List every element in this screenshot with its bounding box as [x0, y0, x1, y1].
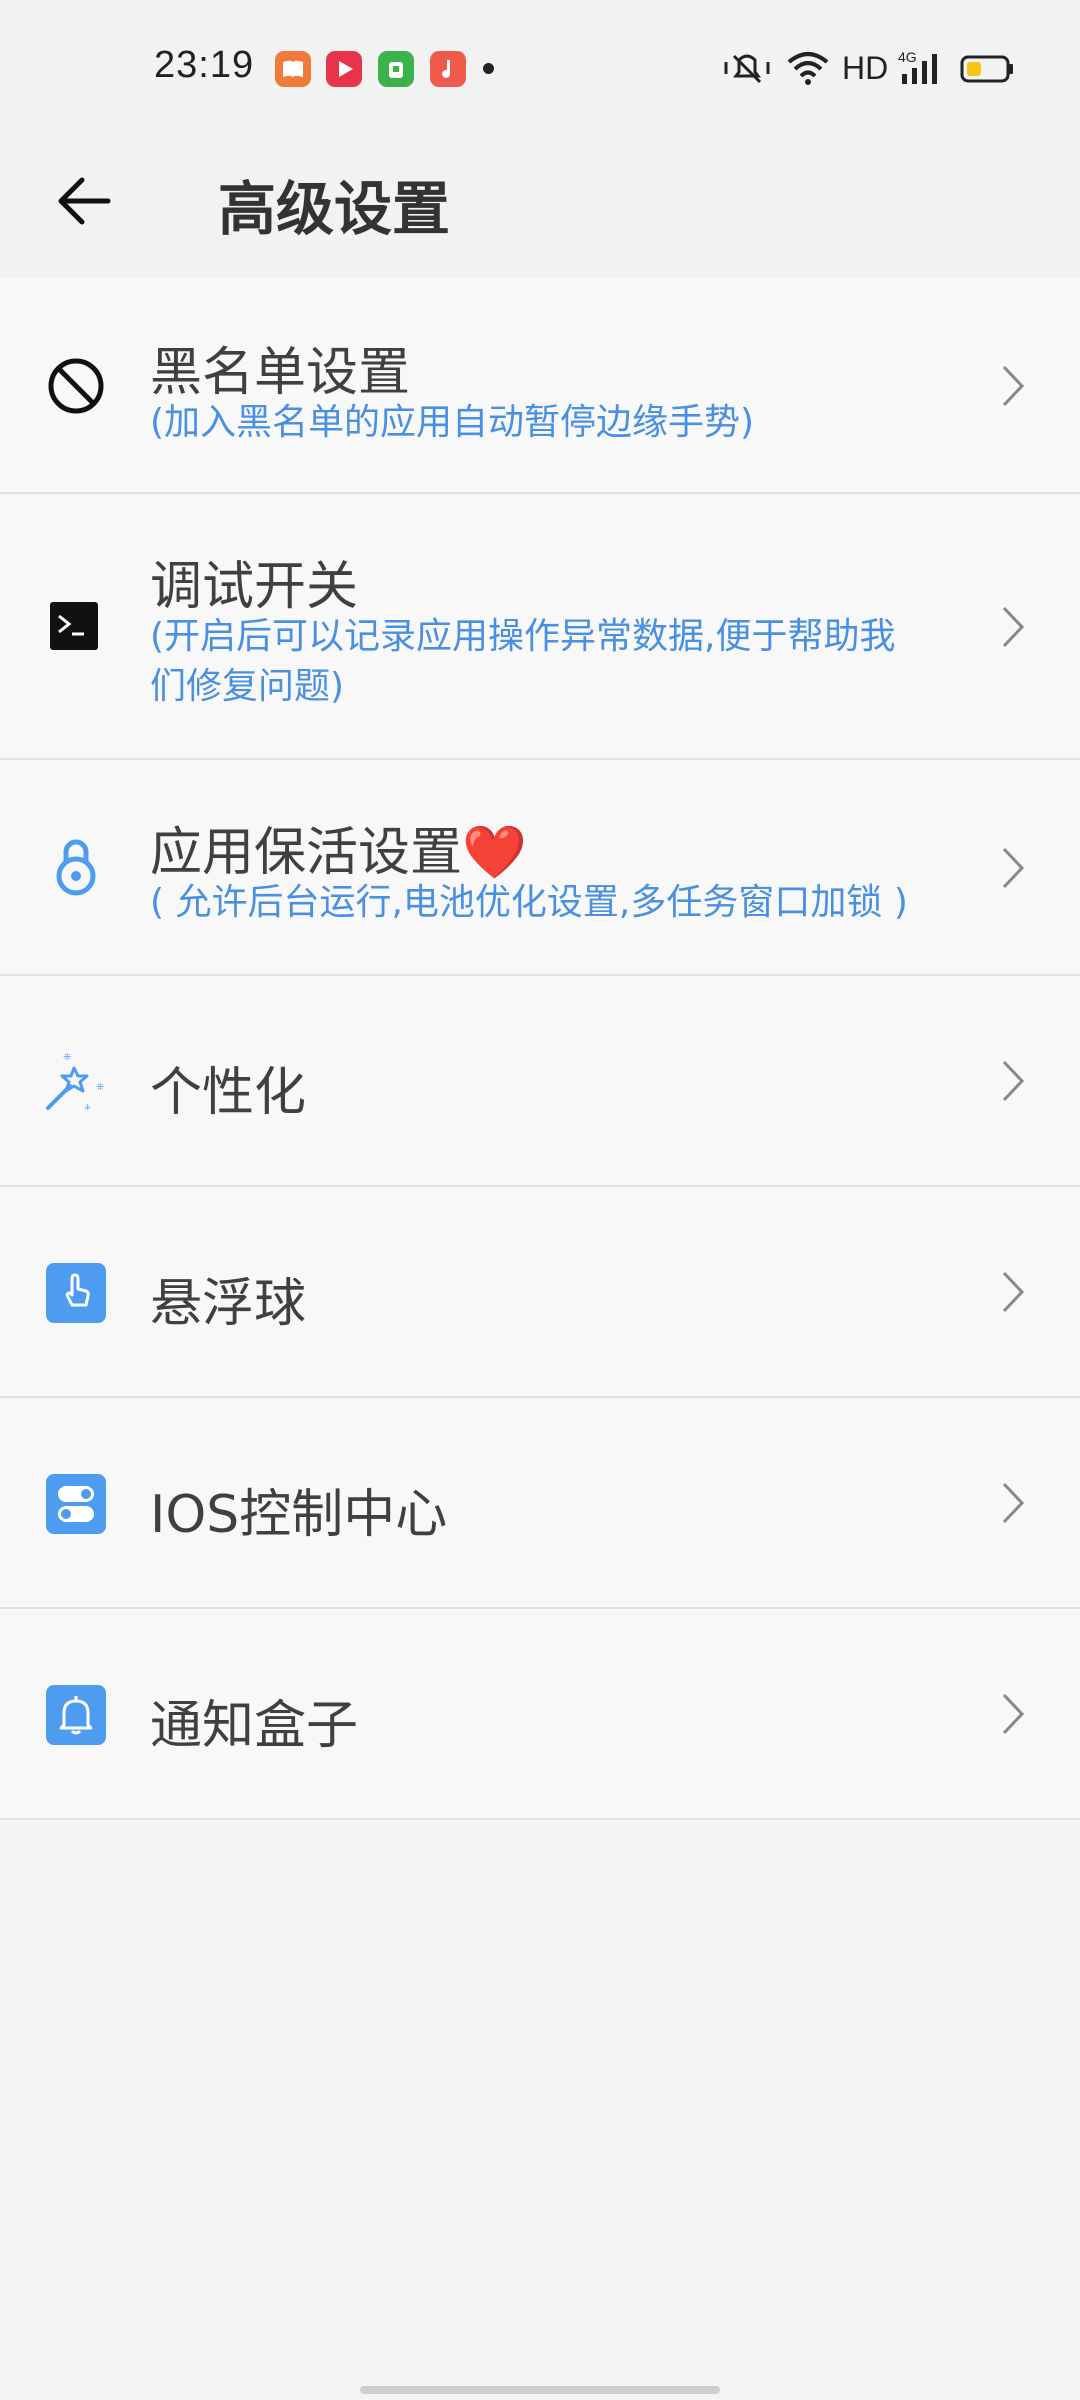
blacklist-settings-item[interactable]: 黑名单设置 (加入黑名单的应用自动暂停边缘手势) — [0, 278, 1080, 494]
touch-icon — [46, 1263, 106, 1323]
item-title: 悬浮球 — [150, 1274, 307, 1334]
settings-list: 黑名单设置 (加入黑名单的应用自动暂停边缘手势) 调试开关 (开启后可以记录应用… — [0, 278, 1080, 1820]
item-title: 黑名单设置 — [150, 343, 411, 403]
heart-icon: ❤️ — [462, 823, 527, 883]
item-subtitle: (加入黑名单的应用自动暂停边缘手势) — [150, 402, 755, 443]
chevron-right-icon — [1002, 1271, 1025, 1313]
item-subtitle: (开启后可以记录应用操作异常数据,便于帮助我们修复问题) — [150, 616, 896, 707]
chevron-right-icon — [1002, 1693, 1025, 1735]
item-title: IOS控制中心 — [150, 1485, 448, 1545]
status-time: 23:19 — [154, 44, 255, 86]
svg-text:⁜: ⁜ — [63, 1052, 71, 1063]
item-title: 应用保活设置❤️ — [150, 810, 527, 885]
status-bar: 23:19 HD 4G — [0, 0, 1080, 136]
item-title: 通知盒子 — [150, 1696, 359, 1756]
app-header: 高级设置 — [0, 136, 1080, 278]
terminal-icon — [50, 602, 98, 650]
chevron-right-icon — [1002, 847, 1025, 889]
4g-signal-icon: 4G — [898, 49, 937, 84]
lock-icon — [56, 839, 96, 896]
notification-box-item[interactable]: 通知盒子 — [0, 1609, 1080, 1820]
personalization-item[interactable]: ⁜ ⁜ ⁜ 个性化 — [0, 976, 1080, 1187]
home-indicator[interactable] — [360, 2386, 720, 2394]
toggle-icon — [46, 1474, 106, 1534]
keep-alive-settings-item[interactable]: 应用保活设置❤️ ( 允许后台运行,电池优化设置,多任务窗口加锁 ) — [0, 760, 1080, 976]
debug-switch-item[interactable]: 调试开关 (开启后可以记录应用操作异常数据,便于帮助我们修复问题) — [0, 494, 1080, 760]
item-title: 调试开关 — [150, 557, 359, 617]
page-title: 高级设置 — [218, 175, 451, 243]
video-app-icon — [326, 51, 362, 87]
books-app-icon — [275, 51, 311, 87]
back-arrow-icon[interactable] — [50, 166, 120, 236]
battery-icon — [960, 55, 1013, 83]
mute-vibrate-icon — [724, 54, 770, 84]
svg-text:⁜: ⁜ — [96, 1082, 104, 1093]
item-title-text: 应用保活设置 — [150, 823, 463, 883]
block-icon — [48, 358, 104, 414]
svg-text:⁜: ⁜ — [84, 1103, 91, 1112]
shop-app-icon — [378, 51, 414, 87]
network-label: HD — [842, 50, 889, 86]
floating-ball-item[interactable]: 悬浮球 — [0, 1187, 1080, 1398]
chevron-right-icon — [1002, 1060, 1025, 1102]
music-app-icon — [430, 51, 466, 87]
item-subtitle: ( 允许后台运行,电池优化设置,多任务窗口加锁 ) — [150, 882, 908, 923]
notification-dot-icon — [483, 63, 494, 74]
chevron-right-icon — [1002, 365, 1025, 407]
item-title: 个性化 — [150, 1063, 307, 1123]
chevron-right-icon — [1002, 1482, 1025, 1524]
chevron-right-icon — [1002, 606, 1025, 648]
magic-wand-icon: ⁜ ⁜ ⁜ — [46, 1052, 104, 1112]
ios-control-center-item[interactable]: IOS控制中心 — [0, 1398, 1080, 1609]
svg-text:4G: 4G — [898, 49, 917, 65]
wifi-icon — [787, 52, 829, 85]
bell-icon — [46, 1685, 106, 1745]
